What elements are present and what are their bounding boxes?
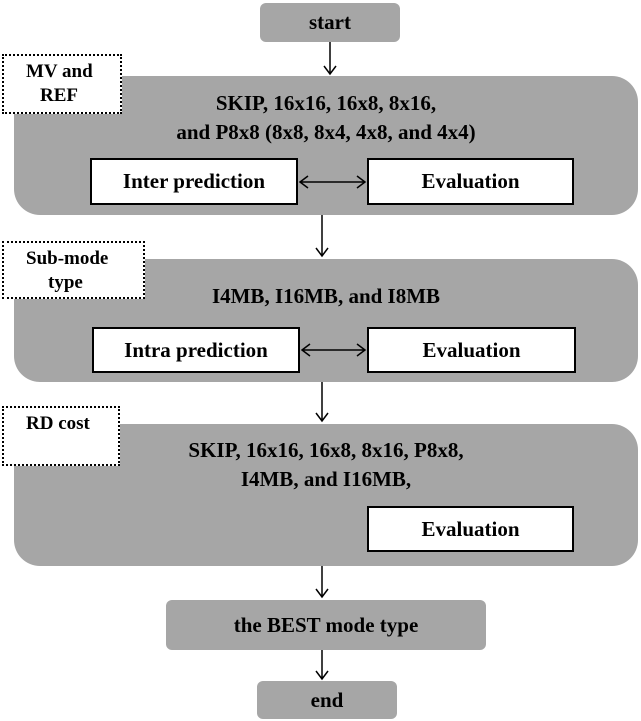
arrow: [323, 42, 337, 76]
arrows: [298, 42, 367, 681]
arrow: [315, 650, 329, 681]
double-arrow: [298, 175, 367, 189]
arrow: [315, 215, 329, 258]
arrow: [315, 382, 329, 423]
arrow: [315, 566, 329, 599]
double-arrow: [300, 343, 367, 357]
